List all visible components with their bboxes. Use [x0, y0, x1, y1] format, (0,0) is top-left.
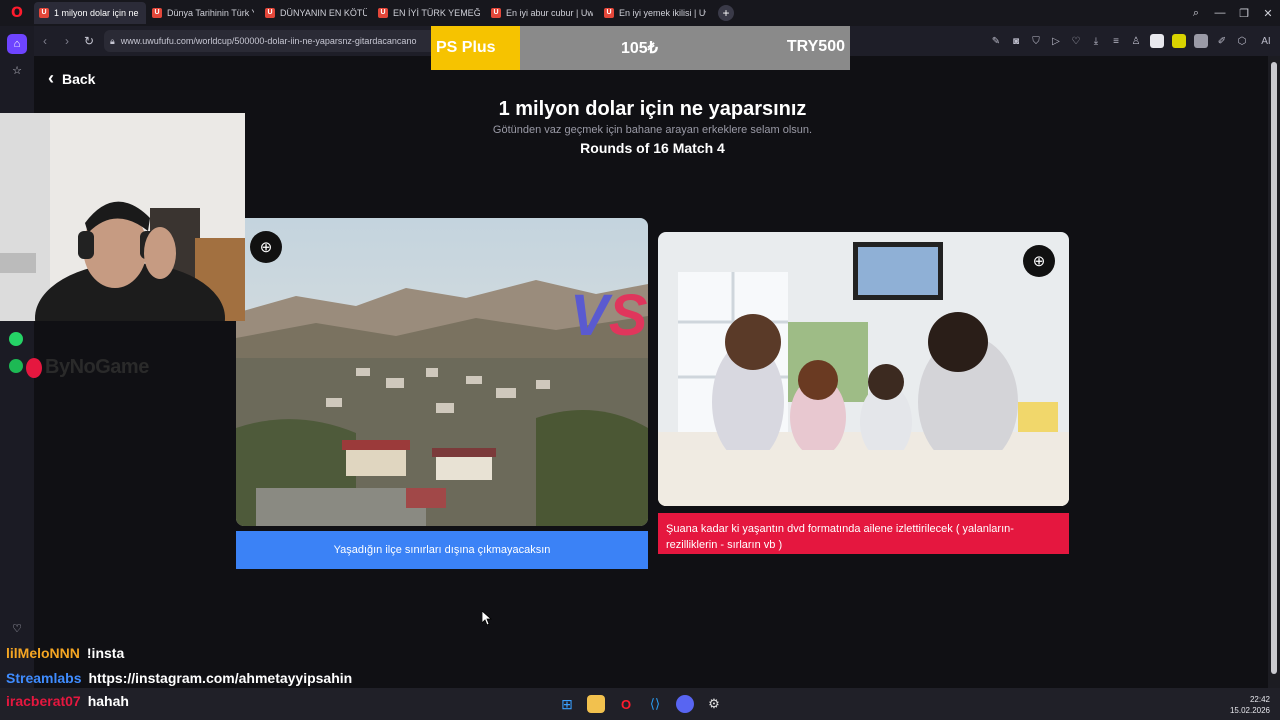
pen-icon[interactable]: ✐ [1212, 36, 1232, 47]
zoom-in-icon[interactable]: ⊕ [250, 231, 282, 263]
new-tab-button[interactable]: + [718, 5, 734, 21]
spotify-icon [9, 359, 23, 373]
window-controls: ⌕ — ❐ ✕ [1184, 0, 1280, 26]
ad-brand: PS Plus [431, 26, 520, 70]
right-option-caption[interactable]: Şuana kadar ki yaşantın dvd formatında a… [658, 513, 1069, 554]
menu-icon[interactable]: ≡ [1106, 36, 1126, 47]
mouse-cursor-icon [482, 611, 492, 625]
taskbar: ⊞ O ⟨⟩ ⚙ 22:42 15.02.2026 [0, 688, 1280, 720]
chat-message: lilMeloNNN !insta [6, 645, 125, 661]
toolbar-right: ✎ ◙ ⛉ ▷ ♡ ⤓ ≡ ♙ ✐ ⬡ AI [986, 26, 1280, 56]
extension-2-icon[interactable] [1172, 34, 1186, 48]
opera-logo[interactable]: O [0, 0, 34, 26]
chat-message: iracberat07 hahah [6, 693, 129, 709]
chat-message: Streamlabs https://instagram.com/ahmetayy… [6, 670, 353, 686]
heart-outline-icon[interactable]: ♡ [1066, 36, 1086, 47]
webcam-overlay [0, 113, 245, 321]
right-option-image[interactable] [658, 232, 1069, 506]
tab-bar: O U1 milyon dolar için ne yap UDünya Tar… [0, 0, 1280, 26]
shield-icon[interactable]: ⛉ [1026, 36, 1046, 47]
home-icon[interactable]: ⌂ [7, 34, 27, 54]
back-nav-icon[interactable]: ‹ [34, 34, 56, 48]
lock-icon: 🔒︎ [110, 35, 115, 46]
restore-button[interactable]: ❐ [1232, 7, 1256, 20]
back-button[interactable]: ‹ Back [48, 68, 95, 89]
bynogame-logo-icon [26, 357, 42, 378]
chevron-left-icon: ‹ [48, 68, 54, 88]
minimize-button[interactable]: — [1208, 7, 1232, 19]
ad-banner[interactable]: PS Plus 105₺ TRY500 [431, 26, 850, 70]
tab-6[interactable]: UEn iyi yemek ikilisi | UwUF [599, 2, 711, 24]
ai-button[interactable]: AI [1252, 36, 1280, 47]
screen: O U1 milyon dolar için ne yap UDünya Tar… [0, 0, 1280, 720]
reload-icon[interactable]: ↻ [78, 34, 100, 48]
close-button[interactable]: ✕ [1256, 7, 1280, 20]
vscode-icon[interactable]: ⟨⟩ [646, 695, 664, 713]
zoom-in-icon[interactable]: ⊕ [1023, 245, 1055, 277]
forward-nav-icon[interactable]: › [56, 34, 78, 48]
opera-taskbar-icon[interactable]: O [617, 695, 635, 713]
whatsapp-icon [9, 332, 23, 346]
windows-start-icon[interactable]: ⊞ [558, 695, 576, 713]
system-clock[interactable]: 22:42 15.02.2026 [1230, 694, 1270, 716]
heart-icon[interactable]: ♡ [7, 618, 27, 638]
vs-label: VS [570, 283, 648, 348]
tab-3[interactable]: UDÜNYANIN EN KÖTÜ OLA [260, 2, 372, 24]
uwufufu-favicon-icon: U [491, 8, 501, 18]
cube-icon[interactable]: ⬡ [1232, 36, 1252, 47]
tab-1[interactable]: U1 milyon dolar için ne yap [34, 2, 146, 24]
scrollbar-thumb[interactable] [1271, 62, 1277, 674]
uwufufu-favicon-icon: U [604, 8, 614, 18]
profile-icon[interactable]: ♙ [1126, 36, 1146, 47]
sponsor-logo: ByNoGame [26, 356, 149, 379]
star-icon[interactable]: ☆ [7, 60, 27, 80]
uwufufu-favicon-icon: U [378, 8, 388, 18]
tab-5[interactable]: UEn iyi abur cubur | UwUFU [486, 2, 598, 24]
tab-2[interactable]: UDünya Tarihinin Türk Yaba [147, 2, 259, 24]
discord-icon[interactable] [676, 695, 694, 713]
left-option-image[interactable] [236, 218, 648, 526]
tab-4[interactable]: UEN İYİ TÜRK YEMEĞİ | Uw [373, 2, 485, 24]
uwufufu-favicon-icon: U [152, 8, 162, 18]
ad-price: 105₺ [621, 40, 658, 57]
play-icon[interactable]: ▷ [1046, 36, 1066, 47]
ad-try-price: TRY500 [786, 38, 845, 55]
page-scrollbar[interactable] [1268, 56, 1280, 688]
extension-3-icon[interactable] [1194, 34, 1208, 48]
left-option-caption[interactable]: Yaşadığın ilçe sınırları dışına çıkmayac… [236, 531, 648, 569]
camera-icon[interactable]: ◙ [1006, 36, 1026, 47]
uwufufu-favicon-icon: U [265, 8, 275, 18]
file-explorer-icon[interactable] [587, 695, 605, 713]
settings-icon[interactable]: ⚙ [705, 695, 723, 713]
edit-icon[interactable]: ✎ [986, 36, 1006, 47]
tab-search-icon[interactable]: ⌕ [1184, 7, 1208, 20]
download-icon[interactable]: ⤓ [1086, 36, 1106, 47]
extension-1-icon[interactable] [1150, 34, 1164, 48]
uwufufu-favicon-icon: U [39, 8, 49, 18]
